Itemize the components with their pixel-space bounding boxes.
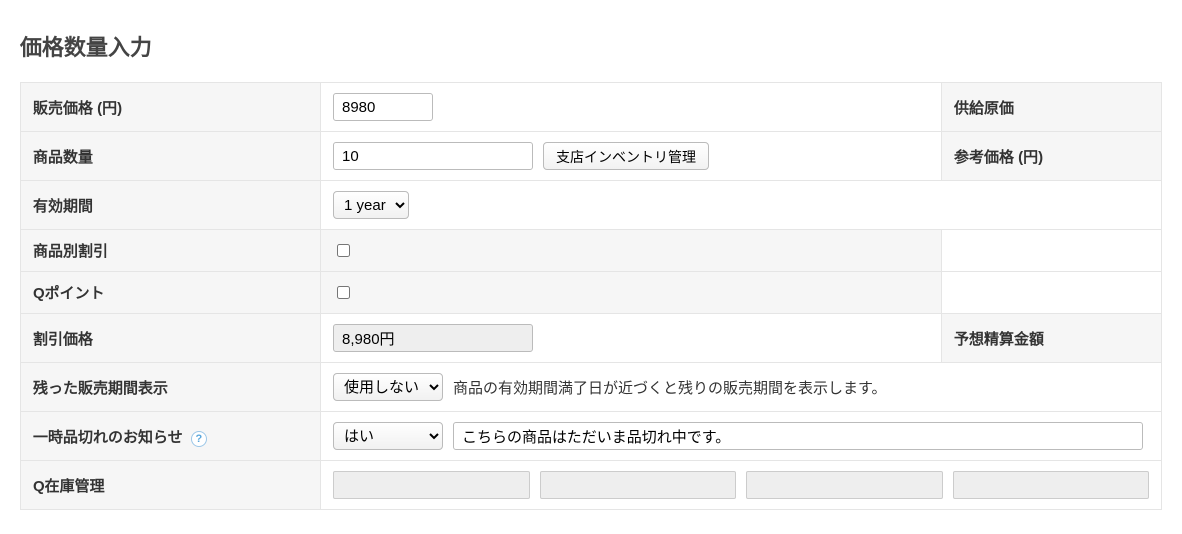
row-soldout-notice: 一時品切れのお知らせ ? はい xyxy=(21,412,1162,461)
qstock-slot-3 xyxy=(746,471,943,499)
label-item-discount: 商品別割引 xyxy=(21,230,321,272)
qstock-slot-2 xyxy=(540,471,737,499)
quantity-input[interactable] xyxy=(333,142,533,170)
qpoint-checkbox[interactable] xyxy=(337,286,350,299)
remaining-period-note: 商品の有効期間満了日が近づくと残りの販売期間を表示します。 xyxy=(453,377,887,398)
valid-period-select[interactable]: 1 year xyxy=(333,191,409,219)
label-discount-price: 割引価格 xyxy=(21,314,321,363)
row-discount-price: 割引価格 予想精算金額 xyxy=(21,314,1162,363)
label-expected-settlement: 予想精算金額 xyxy=(942,314,1162,363)
label-quantity: 商品数量 xyxy=(21,132,321,181)
branch-inventory-button[interactable]: 支店インベントリ管理 xyxy=(543,142,709,170)
soldout-select[interactable]: はい xyxy=(333,422,443,450)
qstock-slot-1 xyxy=(333,471,530,499)
label-valid-period: 有効期間 xyxy=(21,181,321,230)
discount-price-display xyxy=(333,324,533,352)
sale-price-input[interactable] xyxy=(333,93,433,121)
price-qty-form: 販売価格 (円) 供給原価 商品数量 支店インベントリ管理 参考価格 (円) 有… xyxy=(20,82,1162,510)
soldout-message-input[interactable] xyxy=(453,422,1143,450)
row-qpoint: Qポイント xyxy=(21,272,1162,314)
row-qstock: Q在庫管理 xyxy=(21,461,1162,510)
help-icon[interactable]: ? xyxy=(191,431,207,447)
page-title: 価格数量入力 xyxy=(20,30,1162,62)
row-quantity: 商品数量 支店インベントリ管理 参考価格 (円) xyxy=(21,132,1162,181)
label-supply-cost: 供給原価 xyxy=(942,83,1162,132)
label-remaining-period: 残った販売期間表示 xyxy=(21,363,321,412)
row-item-discount: 商品別割引 xyxy=(21,230,1162,272)
label-qstock: Q在庫管理 xyxy=(21,461,321,510)
label-soldout-notice: 一時品切れのお知らせ xyxy=(33,429,183,446)
label-reference-price: 参考価格 (円) xyxy=(942,132,1162,181)
item-discount-checkbox[interactable] xyxy=(337,244,350,257)
row-remaining-period: 残った販売期間表示 使用しない 商品の有効期間満了日が近づくと残りの販売期間を表… xyxy=(21,363,1162,412)
remaining-period-select[interactable]: 使用しない xyxy=(333,373,443,401)
qstock-slot-4 xyxy=(953,471,1150,499)
label-qpoint: Qポイント xyxy=(21,272,321,314)
label-sale-price: 販売価格 (円) xyxy=(21,83,321,132)
row-valid-period: 有効期間 1 year xyxy=(21,181,1162,230)
row-sale-price: 販売価格 (円) 供給原価 xyxy=(21,83,1162,132)
